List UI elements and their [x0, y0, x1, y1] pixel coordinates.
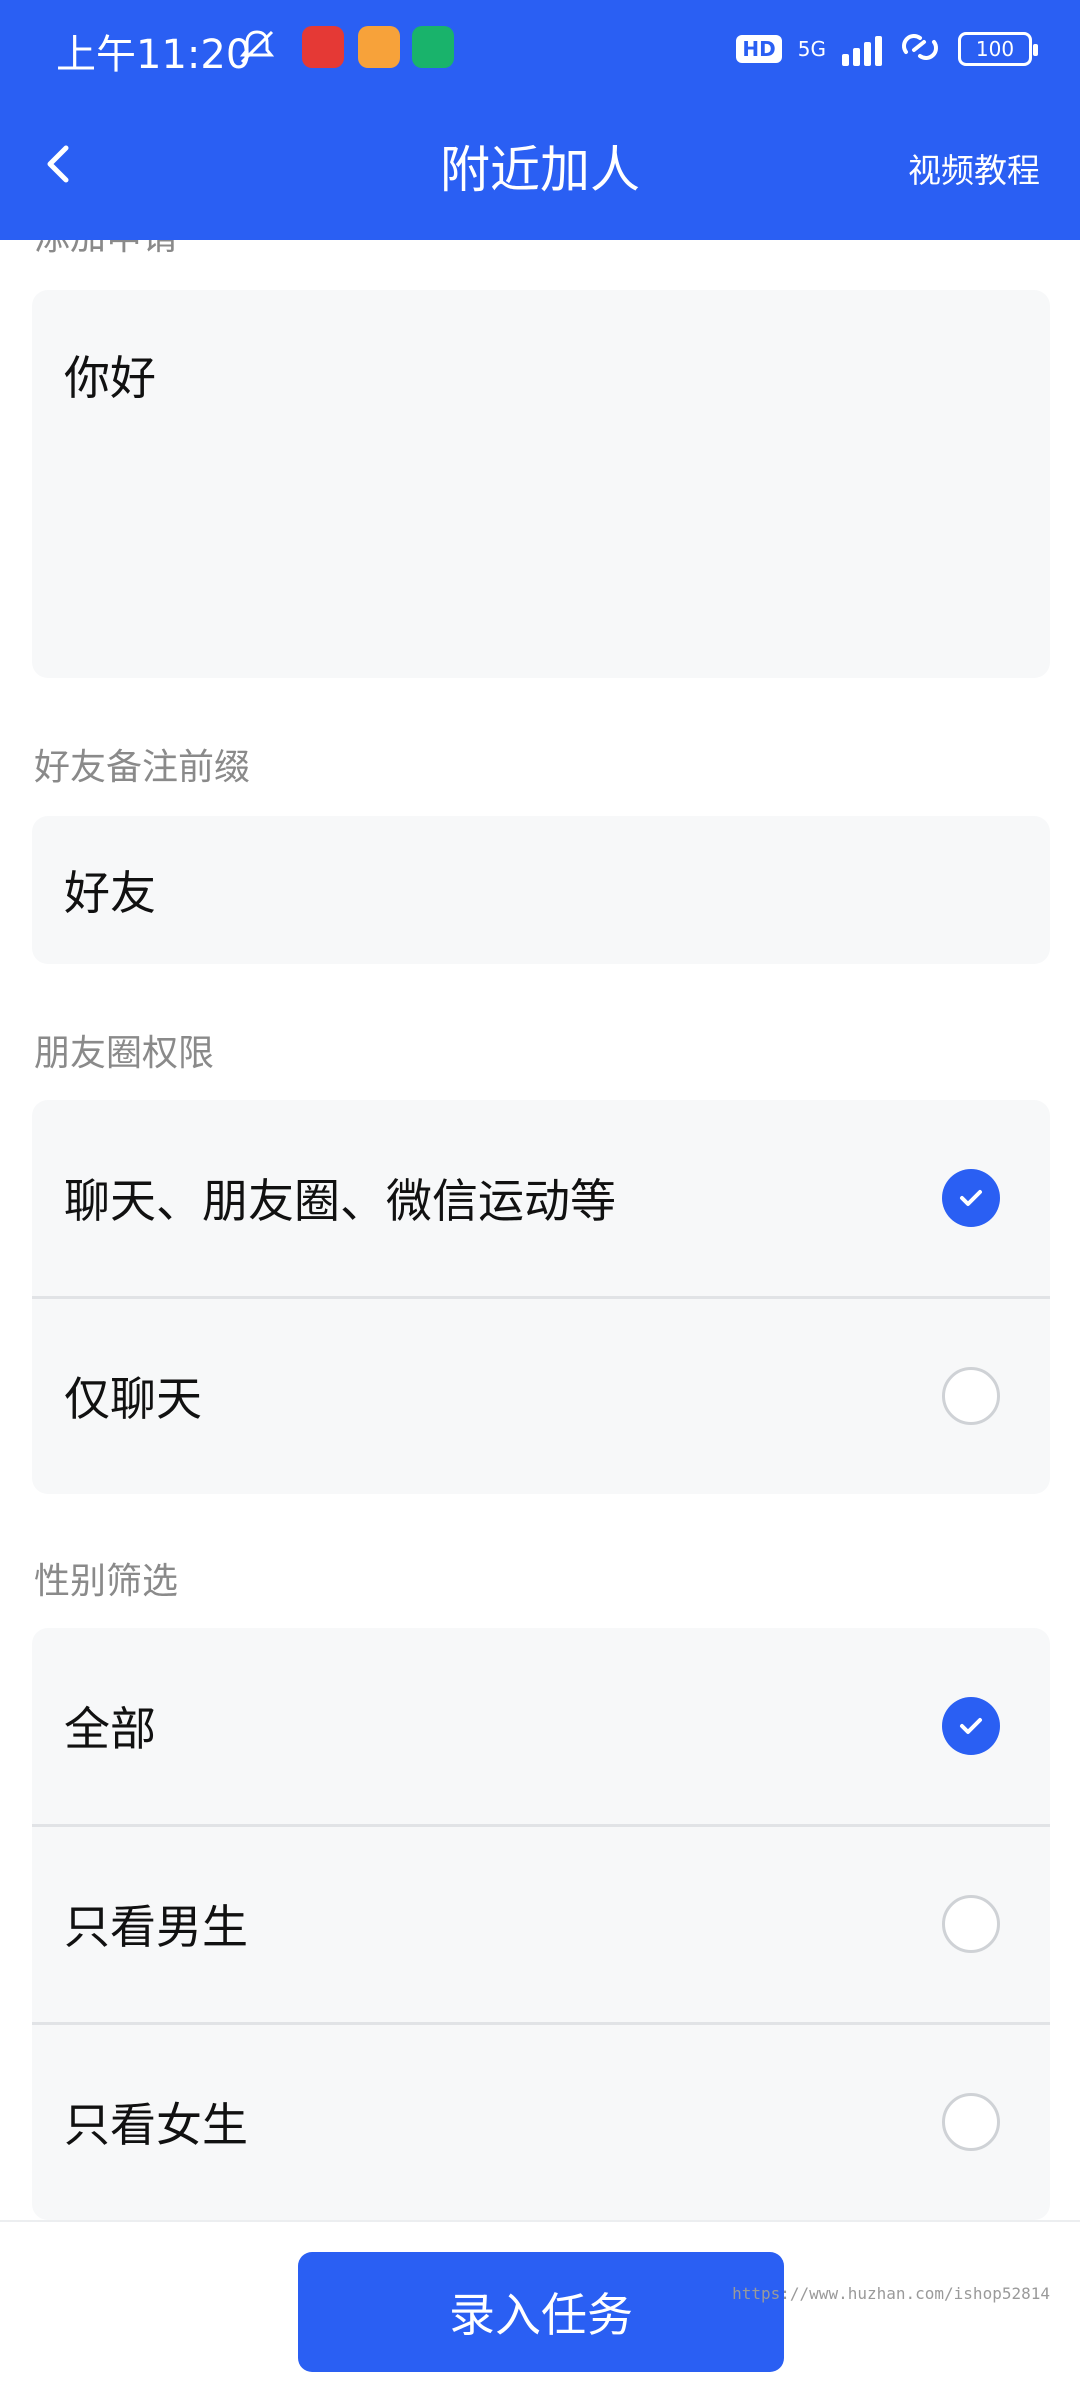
moments-label: 朋友圈权限 — [34, 1033, 215, 1074]
status-time: 上午11:20 — [56, 32, 252, 78]
signal-icon — [842, 32, 882, 66]
link-icon — [898, 30, 942, 68]
nav-bar: 附近加人 视频教程 — [0, 100, 1080, 240]
radio-unchecked-icon[interactable] — [942, 2093, 1000, 2151]
check-circle-icon[interactable] — [942, 1697, 1000, 1755]
remark-label: 好友备注前缀 — [34, 747, 251, 788]
status-bar: 上午11:20 HD 5G 100 — [0, 0, 1080, 100]
option-label: 只看女生 — [64, 2098, 248, 2152]
status-right: HD 5G 100 — [736, 26, 1038, 72]
remark-input[interactable]: 好友 — [32, 816, 1050, 964]
request-textarea[interactable]: 你好 — [32, 290, 1050, 678]
moments-options: 聊天、朋友圈、微信运动等 仅聊天 — [32, 1100, 1050, 1494]
battery-level: 100 — [975, 37, 1015, 61]
option-label: 只看男生 — [64, 1900, 248, 1954]
option-row[interactable]: 只看女生 — [32, 2024, 1050, 2220]
app-icon — [302, 26, 344, 68]
form-content: 添加申请 你好 好友备注前缀 好友 朋友圈权限 聊天、朋友圈、微信运动等 仅聊天… — [0, 240, 1080, 2220]
option-row[interactable]: 仅聊天 — [32, 1298, 1050, 1494]
shield-icon — [412, 26, 454, 68]
radio-unchecked-icon[interactable] — [942, 1367, 1000, 1425]
bottom-bar: 录入任务 https://www.huzhan.com/ishop52814 — [0, 2220, 1080, 2400]
request-value: 你好 — [64, 351, 156, 405]
check-circle-icon[interactable] — [942, 1169, 1000, 1227]
option-label: 全部 — [64, 1702, 156, 1756]
option-row[interactable]: 全部 — [32, 1628, 1050, 1824]
bell-off-icon — [236, 26, 278, 68]
network-type: 5G — [797, 37, 826, 61]
top-bar: 上午11:20 HD 5G 100 附近加人 视频教程 — [0, 0, 1080, 240]
watermark: https://www.huzhan.com/ishop52814 — [732, 2284, 1050, 2303]
submit-task-button[interactable]: 录入任务 — [298, 2252, 784, 2372]
radio-unchecked-icon[interactable] — [942, 1895, 1000, 1953]
remark-value: 好友 — [64, 866, 156, 920]
option-row[interactable]: 聊天、朋友圈、微信运动等 — [32, 1100, 1050, 1296]
gender-options: 全部 只看男生 只看女生 — [32, 1628, 1050, 2220]
hd-badge: HD — [736, 35, 782, 63]
option-row[interactable]: 只看男生 — [32, 1826, 1050, 2022]
request-label: 添加申请 — [34, 240, 178, 260]
gender-label: 性别筛选 — [34, 1561, 179, 1602]
option-label: 仅聊天 — [64, 1372, 202, 1426]
video-tutorial-link[interactable]: 视频教程 — [908, 144, 1040, 192]
option-label: 聊天、朋友圈、微信运动等 — [64, 1174, 616, 1228]
battery-icon: 100 — [958, 32, 1038, 66]
app-icon — [358, 26, 400, 68]
